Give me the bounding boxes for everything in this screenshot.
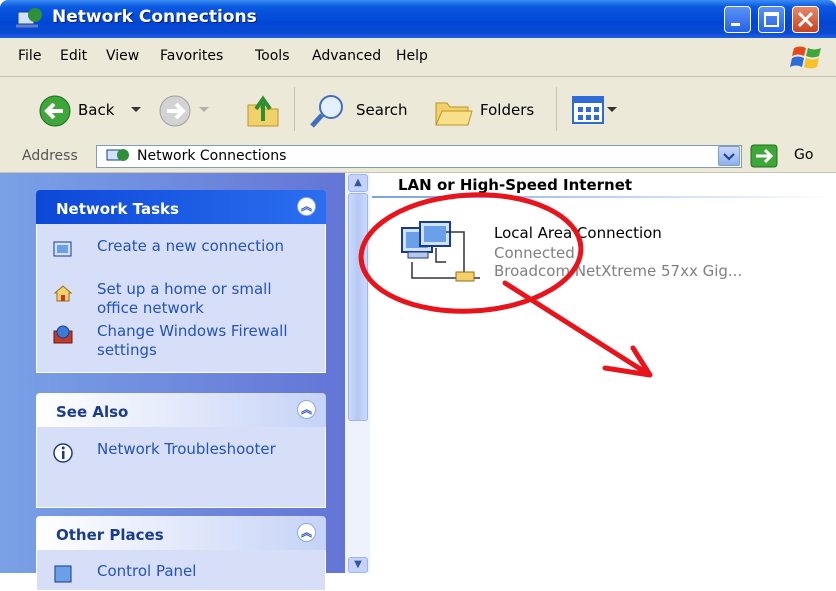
menu-file[interactable]: File [18,48,41,64]
info-icon [53,443,73,463]
connection-name[interactable]: Local Area Connection [494,224,662,242]
local-area-connection-icon[interactable] [400,218,490,288]
up-folder-icon[interactable] [245,91,281,129]
toolbar-separator [556,87,557,131]
toolbar: Back Search Folders [0,77,836,143]
new-connection-icon [53,241,72,257]
firewall-icon [53,325,73,344]
connection-device: Broadcom NetXtreme 57xx Gig... [494,262,743,280]
folders-button[interactable]: Folders [480,101,534,119]
folders-icon[interactable] [434,93,474,129]
search-button[interactable]: Search [356,101,408,119]
address-bar: Address Network Connections [0,142,836,173]
control-panel-icon [54,565,72,583]
task-home-office-network[interactable]: Set up a home or small office network [97,280,317,318]
menu-advanced[interactable]: Advanced [312,48,381,64]
back-arrow-icon[interactable] [38,94,72,128]
back-button[interactable]: Back [78,101,114,119]
windows-logo-icon [790,46,821,69]
task-network-troubleshooter[interactable]: Network Troubleshooter [97,440,317,459]
close-icon [797,11,814,28]
window-title: Network Connections [52,7,257,27]
address-label: Address [22,148,78,164]
task-firewall-settings[interactable]: Change Windows Firewall settings [97,322,317,360]
go-label[interactable]: Go [794,147,813,163]
task-create-new-connection[interactable]: Create a new connection [97,237,317,256]
chevron-down-icon[interactable] [130,105,142,115]
network-tasks-body: Create a new connection Set up a home or… [36,224,326,373]
collapse-icon[interactable]: ︽ [297,400,316,419]
menu-favorites[interactable]: Favorites [160,48,223,64]
minimize-icon [731,23,740,26]
menu-help[interactable]: Help [396,48,428,64]
title-bar[interactable]: Network Connections [0,0,836,38]
views-icon[interactable] [572,96,604,124]
menu-tools[interactable]: Tools [255,48,290,64]
minimize-button[interactable] [724,6,751,33]
see-also-body: Network Troubleshooter [36,427,326,508]
chevron-down-icon[interactable] [606,105,618,115]
collapse-icon[interactable]: ︽ [297,523,316,542]
network-connections-icon [16,8,42,28]
other-places-title: Other Places [56,526,164,544]
toolbar-separator [294,87,295,131]
scroll-down-button[interactable]: ▼ [348,557,368,573]
see-also-header[interactable]: See Also ︽ [36,393,326,427]
scroll-up-button[interactable]: ▲ [348,174,368,192]
maximize-icon [764,12,779,27]
see-also-title: See Also [56,403,129,421]
task-control-panel[interactable]: Control Panel [97,562,317,581]
collapse-icon[interactable]: ︽ [297,197,316,216]
menu-bar: File Edit View Favorites Tools Advanced … [0,38,836,77]
chevron-down-icon [723,153,735,161]
menu-edit[interactable]: Edit [60,48,87,64]
go-arrow-icon [750,144,778,168]
menu-view[interactable]: View [106,48,139,64]
address-dropdown-button[interactable] [718,146,740,166]
network-tasks-group: Network Tasks ︽ Create a new connection … [36,190,326,373]
other-places-group: Other Places ︽ Control Panel [36,516,326,591]
forward-arrow-icon[interactable] [158,94,192,128]
connection-status: Connected [494,244,575,262]
annotation-arrow-head [602,345,653,378]
close-button[interactable] [792,6,819,33]
section-header: LAN or High-Speed Internet [398,176,633,194]
see-also-group: See Also ︽ Network Troubleshooter [36,393,326,508]
search-icon[interactable] [308,93,348,129]
network-tasks-title: Network Tasks [56,200,179,218]
task-pane: Network Tasks ︽ Create a new connection … [0,173,345,591]
other-places-body: Control Panel [36,550,326,591]
address-input[interactable]: Network Connections [96,145,742,168]
home-network-icon [53,285,73,302]
scrollbar-thumb[interactable] [348,193,368,421]
annotation-arrow-shaft [502,280,648,375]
other-places-header[interactable]: Other Places ︽ [36,516,326,550]
network-tasks-header[interactable]: Network Tasks ︽ [36,190,326,224]
maximize-button[interactable] [758,6,785,33]
section-divider [372,196,836,198]
network-connections-icon [106,149,129,161]
address-value: Network Connections [137,148,287,164]
chevron-down-icon [199,107,209,112]
